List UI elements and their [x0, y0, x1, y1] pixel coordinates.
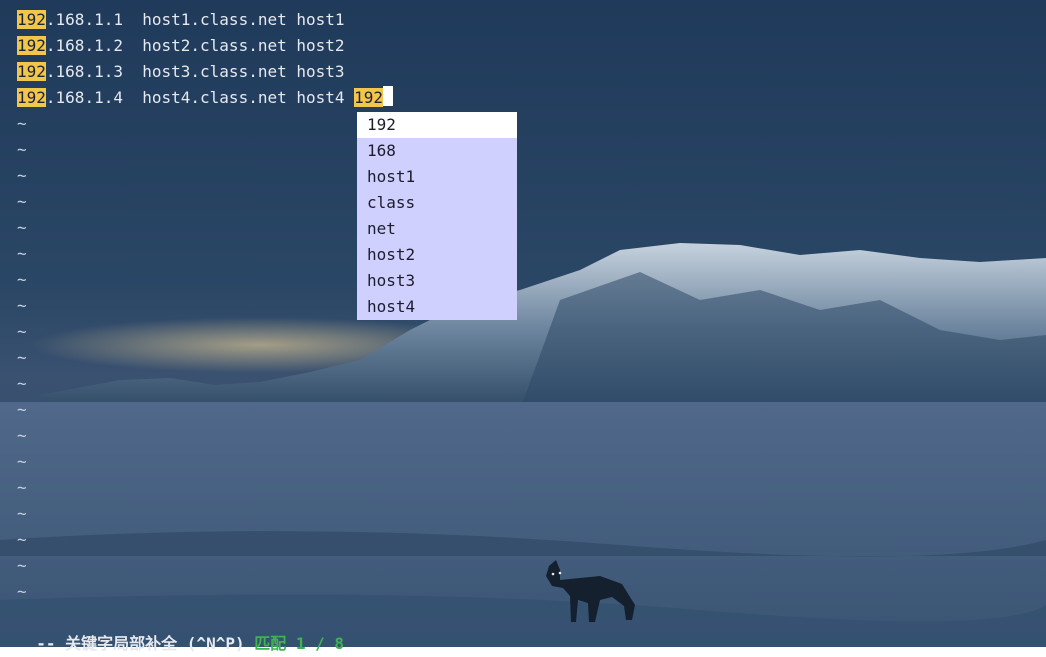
buffer-line[interactable]: 192.168.1.3 host3.class.net host3 — [17, 59, 1037, 85]
empty-line-marker: ~ — [17, 114, 27, 133]
completion-item-selected[interactable]: 192 — [357, 112, 517, 138]
completion-item[interactable]: host1 — [357, 164, 517, 190]
empty-line-marker: ~ — [17, 400, 27, 419]
line-text: .168.1.3 host3.class.net host3 — [45, 62, 345, 81]
search-match-highlight: 192 — [17, 62, 46, 81]
completion-item[interactable]: 168 — [357, 138, 517, 164]
line-text: .168.1.2 host2.class.net host2 — [45, 36, 345, 55]
search-match-highlight: 192 — [17, 10, 46, 29]
empty-line-marker: ~ — [17, 140, 27, 159]
completion-item[interactable]: host3 — [357, 268, 517, 294]
search-match-highlight: 192 — [17, 88, 46, 107]
vim-buffer[interactable]: 192.168.1.1 host1.class.net host1 192.168… — [17, 7, 1037, 605]
completion-popup-menu[interactable]: 192 168 host1 class net host2 host3 host4 — [357, 112, 517, 320]
empty-line-marker: ~ — [17, 322, 27, 341]
empty-line-marker: ~ — [17, 478, 27, 497]
empty-line-marker: ~ — [17, 374, 27, 393]
empty-line-marker: ~ — [17, 452, 27, 471]
typed-completion-text: 192 — [354, 88, 384, 107]
empty-line-marker: ~ — [17, 556, 27, 575]
empty-line-marker: ~ — [17, 348, 27, 367]
empty-line-marker: ~ — [17, 244, 27, 263]
search-match-highlight: 192 — [17, 36, 46, 55]
completion-item[interactable]: class — [357, 190, 517, 216]
line-text: .168.1.4 host4.class.net host4 — [45, 88, 355, 107]
match-count: 匹配 1 / 8 — [254, 634, 345, 653]
empty-line-marker: ~ — [17, 582, 27, 601]
completion-item[interactable]: host2 — [357, 242, 517, 268]
buffer-line[interactable]: 192.168.1.4 host4.class.net host4 192 — [17, 85, 1037, 111]
empty-line-marker: ~ — [17, 192, 27, 211]
empty-line-marker: ~ — [17, 218, 27, 237]
empty-line-marker: ~ — [17, 504, 27, 523]
status-line: -- 关键字局部补全 (^N^P) 匹配 1 / 8 — [17, 605, 344, 653]
empty-line-marker: ~ — [17, 426, 27, 445]
buffer-line[interactable]: 192.168.1.1 host1.class.net host1 — [17, 7, 1037, 33]
completion-item[interactable]: host4 — [357, 294, 517, 320]
empty-line-marker: ~ — [17, 270, 27, 289]
buffer-line[interactable]: 192.168.1.2 host2.class.net host2 — [17, 33, 1037, 59]
text-cursor — [383, 86, 394, 106]
empty-line-marker: ~ — [17, 296, 27, 315]
empty-line-marker: ~ — [17, 530, 27, 549]
mode-indicator: -- 关键字局部补全 (^N^P) — [36, 634, 255, 653]
empty-line-marker: ~ — [17, 166, 27, 185]
completion-item[interactable]: net — [357, 216, 517, 242]
line-text: .168.1.1 host1.class.net host1 — [45, 10, 345, 29]
